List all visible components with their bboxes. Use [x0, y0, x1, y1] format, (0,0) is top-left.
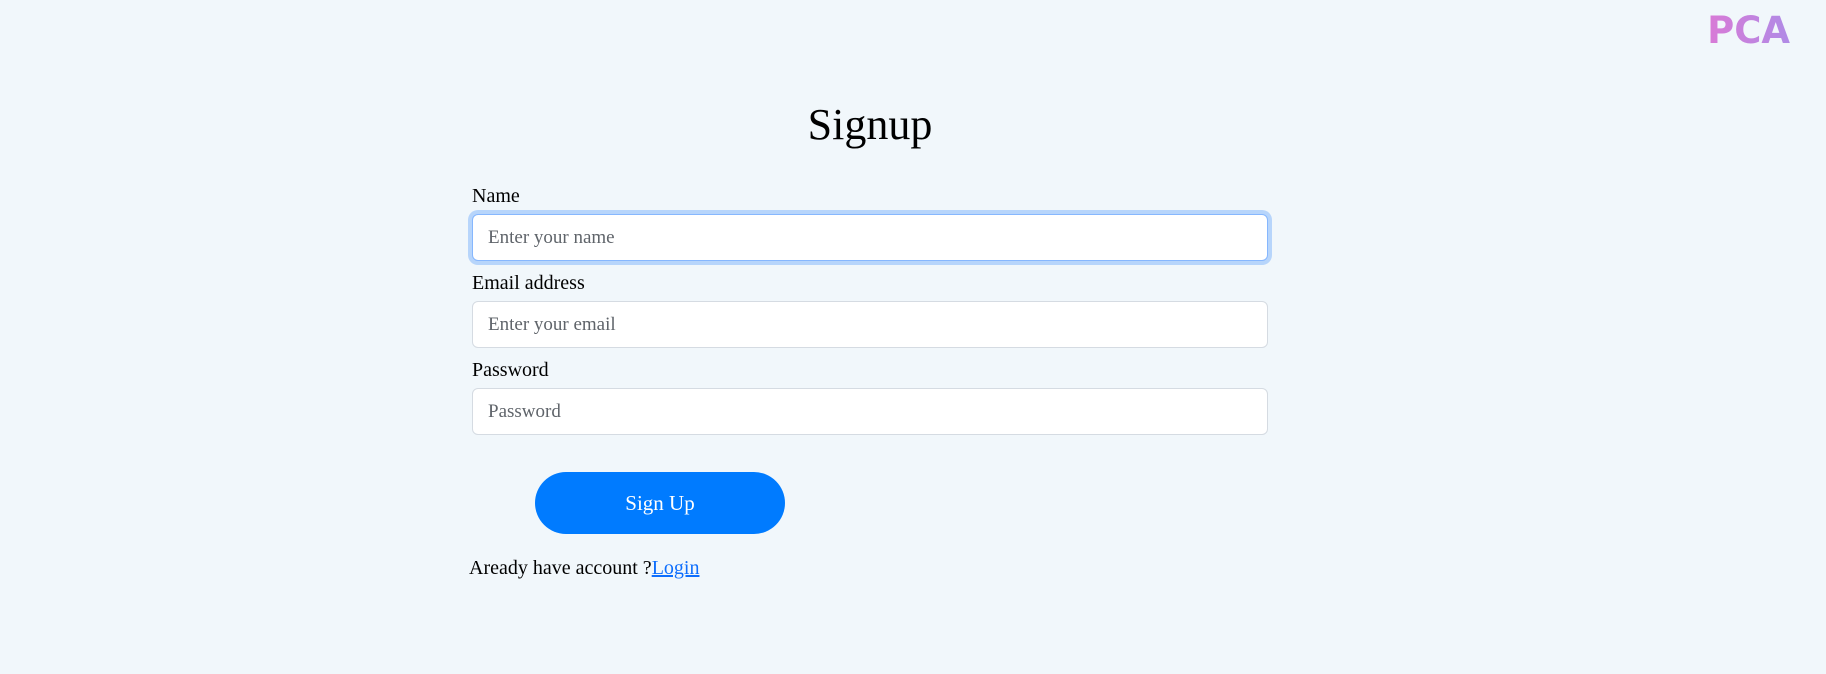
login-prompt-text: Aready have account ?: [469, 557, 652, 579]
email-label: Email address: [472, 272, 585, 294]
page-title: Signup: [807, 100, 933, 149]
name-input[interactable]: [472, 214, 1268, 261]
name-label: Name: [472, 185, 520, 207]
email-input[interactable]: [472, 301, 1268, 348]
signup-form: Name Email address Password: [472, 184, 1268, 445]
brand-logo: PCA: [1707, 9, 1790, 52]
login-link[interactable]: Login: [652, 557, 700, 579]
password-input[interactable]: [472, 388, 1268, 435]
login-prompt-row: Aready have account ?Login: [469, 556, 699, 580]
password-label: Password: [472, 359, 549, 381]
sign-up-button[interactable]: Sign Up: [535, 472, 785, 534]
